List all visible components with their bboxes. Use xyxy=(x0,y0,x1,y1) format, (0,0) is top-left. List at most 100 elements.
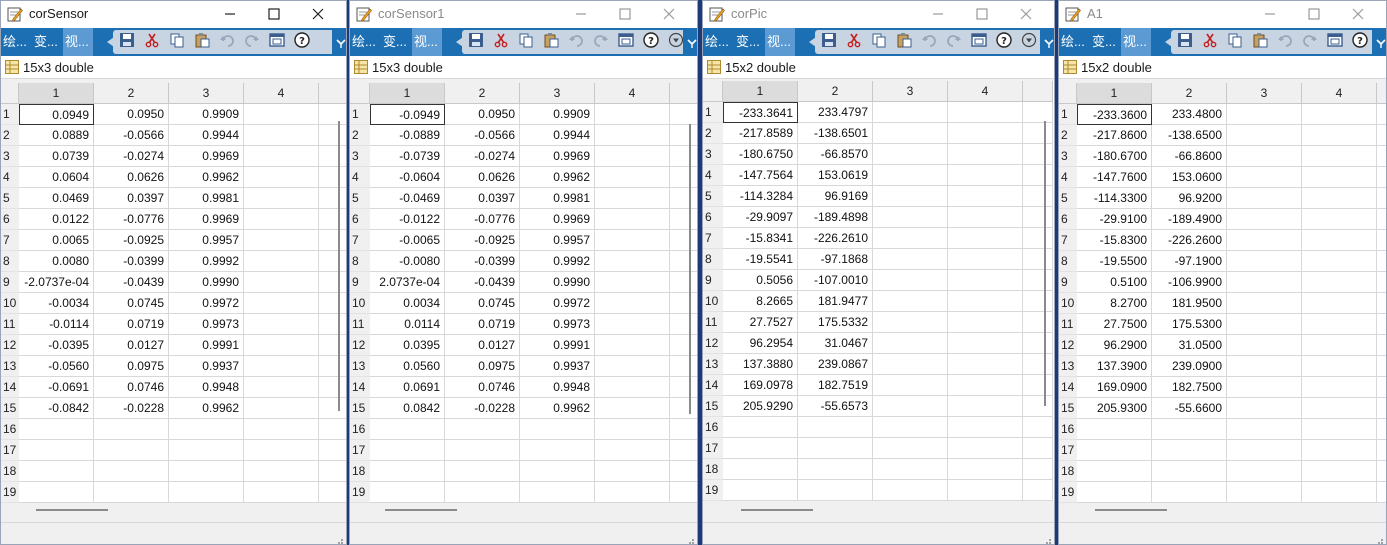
copy-icon[interactable] xyxy=(1227,32,1243,48)
table-cell[interactable] xyxy=(1227,146,1302,167)
row-header[interactable]: 13 xyxy=(1059,356,1077,377)
row-header[interactable]: 15 xyxy=(703,396,723,417)
variable-editor-window[interactable]: corSensor1 绘... 变... 视...? 15x3 double 1 2 3 4 1-… xyxy=(349,0,698,545)
table-cell[interactable]: -0.0439 xyxy=(445,272,520,293)
row-header[interactable]: 6 xyxy=(350,209,370,230)
table-cell[interactable] xyxy=(1302,272,1377,293)
table-cell[interactable]: -0.0691 xyxy=(19,377,94,398)
row-header[interactable]: 12 xyxy=(1,335,19,356)
data-grid[interactable]: 1 2 3 4 1 0.0949 0.0950 0.9909 2 0.0889 -0.0566 0.9… xyxy=(1,83,346,503)
table-cell[interactable]: 8.2700 xyxy=(1077,293,1152,314)
table-cell[interactable] xyxy=(670,461,697,482)
table-cell[interactable] xyxy=(595,482,670,503)
table-cell[interactable]: 0.0122 xyxy=(19,209,94,230)
cut-icon[interactable] xyxy=(493,32,509,48)
table-cell[interactable] xyxy=(670,398,697,419)
table-cell[interactable]: 0.0397 xyxy=(94,188,169,209)
table-cell[interactable]: 0.0397 xyxy=(445,188,520,209)
table-cell[interactable] xyxy=(319,419,346,440)
cut-icon[interactable] xyxy=(846,32,862,48)
row-header[interactable]: 10 xyxy=(1059,293,1077,314)
table-cell[interactable] xyxy=(244,188,319,209)
row-header[interactable]: 14 xyxy=(1,377,19,398)
table-cell[interactable]: 169.0900 xyxy=(1077,377,1152,398)
row-header[interactable]: 9 xyxy=(703,270,723,291)
table-cell[interactable] xyxy=(873,123,948,144)
table-cell[interactable]: 27.7500 xyxy=(1077,314,1152,335)
table-cell[interactable]: 0.9909 xyxy=(520,104,595,125)
table-cell[interactable]: 0.9957 xyxy=(169,230,244,251)
table-cell[interactable] xyxy=(244,272,319,293)
horizontal-scrollbar[interactable] xyxy=(385,509,457,511)
row-header[interactable]: 18 xyxy=(703,459,723,480)
table-cell[interactable] xyxy=(1302,356,1377,377)
expand-toolstrip-icon[interactable] xyxy=(1044,36,1054,48)
table-cell[interactable] xyxy=(595,104,670,125)
table-cell[interactable]: -0.0776 xyxy=(445,209,520,230)
table-cell[interactable] xyxy=(1077,440,1152,461)
table-cell[interactable] xyxy=(370,440,445,461)
resize-grip-icon[interactable] xyxy=(1042,532,1052,544)
variable-editor-window[interactable]: A1 绘... 变... 视...? 15x2 double 1 2 3 4 1 -233.3600… xyxy=(1058,0,1387,545)
table-cell[interactable] xyxy=(1377,314,1386,335)
paste-icon[interactable] xyxy=(1252,32,1268,48)
row-header[interactable]: 16 xyxy=(1,419,19,440)
table-cell[interactable] xyxy=(169,440,244,461)
table-cell[interactable]: 0.0746 xyxy=(94,377,169,398)
table-cell[interactable] xyxy=(595,146,670,167)
row-header[interactable]: 19 xyxy=(1,482,19,503)
row-header[interactable]: 19 xyxy=(703,480,723,501)
table-cell[interactable] xyxy=(1023,375,1053,396)
table-cell[interactable] xyxy=(873,333,948,354)
table-cell[interactable] xyxy=(1023,312,1053,333)
table-cell[interactable]: 0.9909 xyxy=(169,104,244,125)
table-cell[interactable]: 0.9948 xyxy=(520,377,595,398)
table-cell[interactable] xyxy=(244,230,319,251)
table-cell[interactable]: 0.0746 xyxy=(445,377,520,398)
vertical-scrollbar[interactable] xyxy=(689,124,691,414)
paste-icon[interactable] xyxy=(543,32,559,48)
variable-editor-window[interactable]: corSensor 绘... 变... 视...? 15x3 double 1 2 3 4 1 0.… xyxy=(0,0,347,545)
table-cell[interactable] xyxy=(1377,419,1386,440)
table-cell[interactable] xyxy=(595,356,670,377)
table-cell[interactable] xyxy=(670,440,697,461)
undo-icon[interactable] xyxy=(921,32,937,48)
table-cell[interactable]: -19.5500 xyxy=(1077,251,1152,272)
table-cell[interactable] xyxy=(723,480,798,501)
table-cell[interactable] xyxy=(595,188,670,209)
redo-icon[interactable] xyxy=(1302,32,1318,48)
table-cell[interactable] xyxy=(445,461,520,482)
table-cell[interactable] xyxy=(873,375,948,396)
row-header[interactable]: 9 xyxy=(350,272,370,293)
horizontal-scrollbar[interactable] xyxy=(741,509,813,511)
table-cell[interactable] xyxy=(1227,230,1302,251)
row-header[interactable]: 3 xyxy=(703,144,723,165)
table-cell[interactable] xyxy=(1302,440,1377,461)
table-cell[interactable]: -217.8600 xyxy=(1077,125,1152,146)
table-cell[interactable] xyxy=(670,230,697,251)
table-cell[interactable] xyxy=(370,419,445,440)
table-cell[interactable] xyxy=(94,419,169,440)
table-cell[interactable]: 0.0560 xyxy=(370,356,445,377)
data-grid[interactable]: 1 2 3 4 1 -233.3641 233.4797 2 -217.8589 -138.650… xyxy=(703,81,1054,501)
table-cell[interactable]: -0.0566 xyxy=(445,125,520,146)
table-cell[interactable]: 0.9944 xyxy=(520,125,595,146)
table-cell[interactable]: -0.0739 xyxy=(370,146,445,167)
paste-icon[interactable] xyxy=(194,32,210,48)
table-cell[interactable] xyxy=(798,459,873,480)
table-cell[interactable]: 0.9992 xyxy=(169,251,244,272)
table-cell[interactable] xyxy=(244,251,319,272)
table-cell[interactable] xyxy=(1302,293,1377,314)
row-header[interactable]: 3 xyxy=(1059,146,1077,167)
table-cell[interactable]: 0.9990 xyxy=(520,272,595,293)
table-cell[interactable]: -189.4900 xyxy=(1152,209,1227,230)
table-cell[interactable] xyxy=(244,146,319,167)
table-cell[interactable]: 0.0626 xyxy=(94,167,169,188)
maximize-button[interactable] xyxy=(252,1,296,28)
table-cell[interactable]: 0.9944 xyxy=(169,125,244,146)
row-header[interactable]: 7 xyxy=(350,230,370,251)
table-cell[interactable] xyxy=(520,419,595,440)
table-cell[interactable] xyxy=(1227,272,1302,293)
table-cell[interactable] xyxy=(670,335,697,356)
row-header[interactable]: 4 xyxy=(350,167,370,188)
